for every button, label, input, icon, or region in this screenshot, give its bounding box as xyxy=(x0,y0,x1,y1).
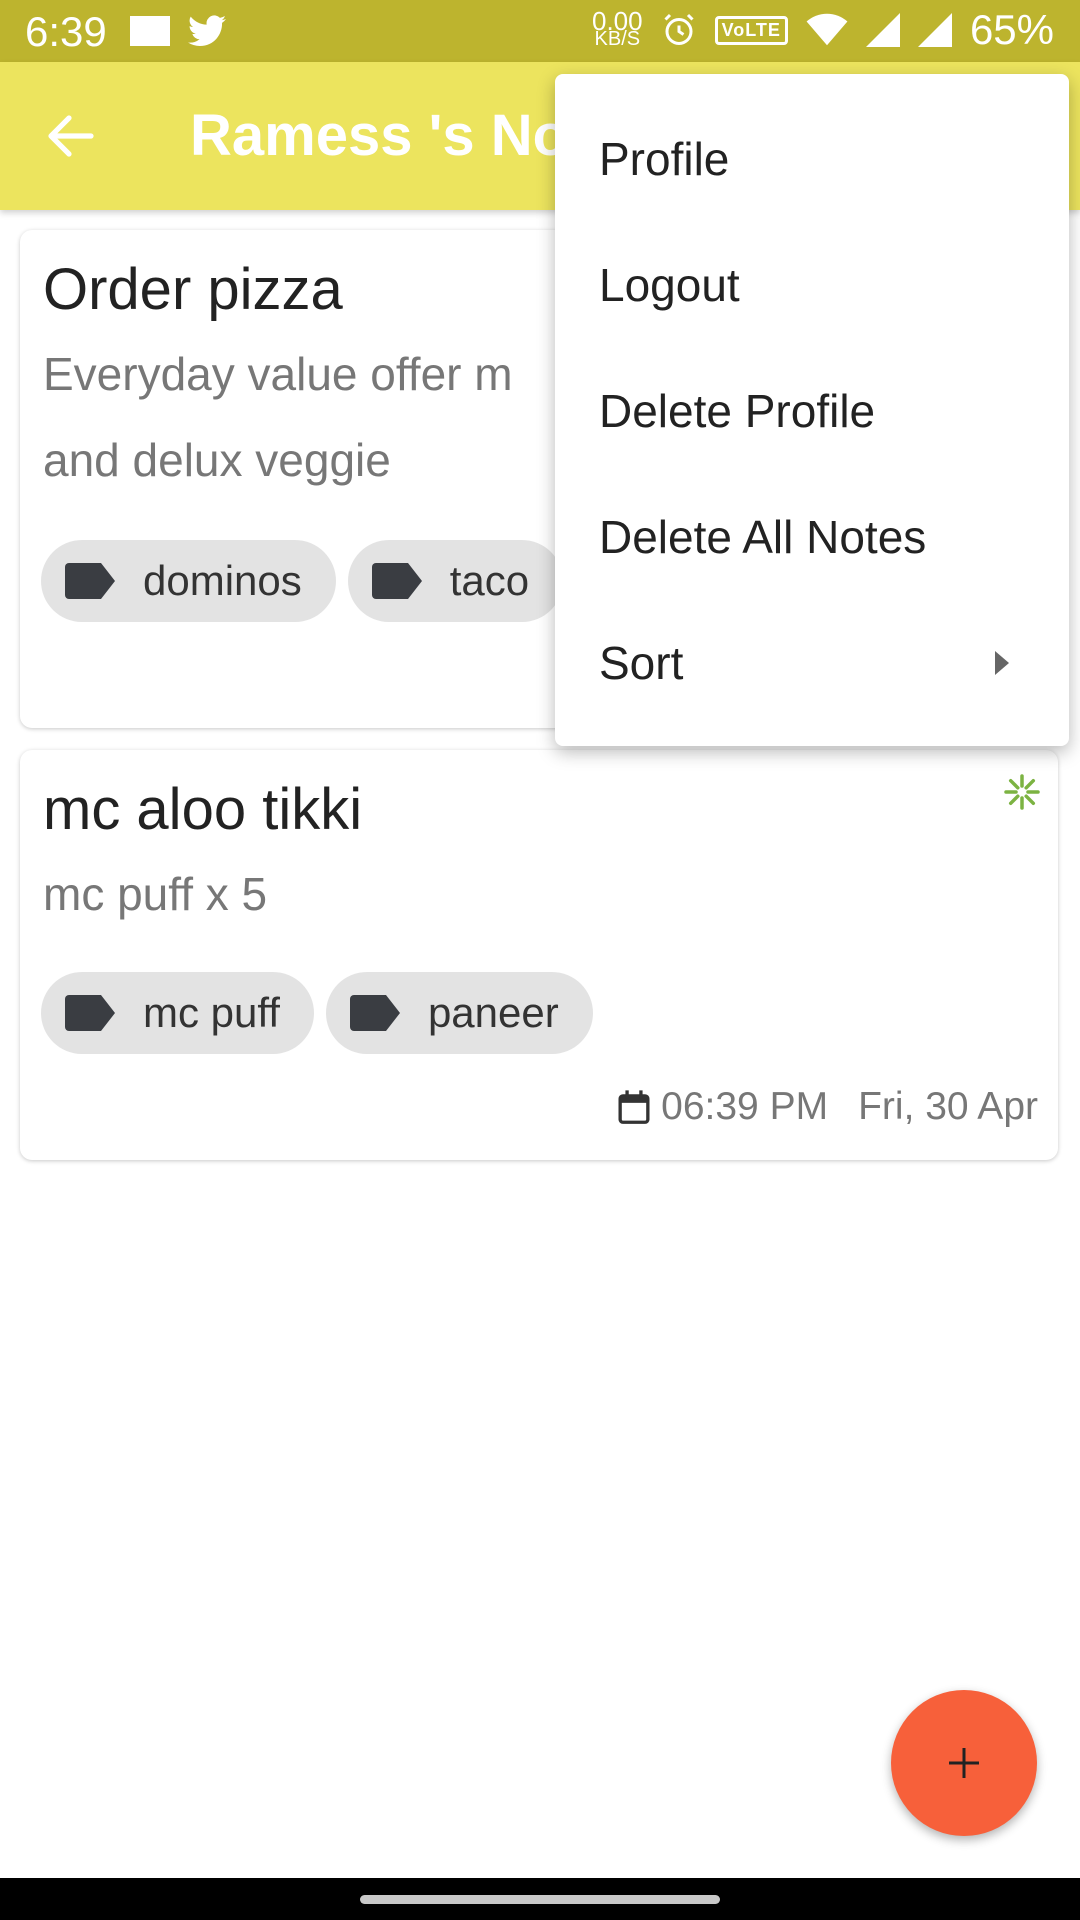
overflow-menu: Profile Logout Delete Profile Delete All… xyxy=(555,74,1069,746)
note-date: Fri, 30 Apr xyxy=(858,1085,1038,1128)
submenu-arrow-icon xyxy=(995,651,1009,675)
volte-badge: VoLTE xyxy=(714,15,788,45)
label-icon xyxy=(65,563,115,599)
plus-icon xyxy=(949,1748,979,1778)
status-time: 6:39 xyxy=(25,8,107,55)
status-bar: 6:39 0.00 KB/S VoLTE 65% xyxy=(0,0,1080,62)
tag-list: dominos taco xyxy=(41,540,564,622)
wifi-icon xyxy=(806,13,848,46)
note-timestamp: 06:39 PM Fri, 30 Apr xyxy=(617,1085,1038,1129)
tag-chip[interactable]: taco xyxy=(347,540,564,622)
menu-item-profile[interactable]: Profile xyxy=(555,96,1069,222)
tag-list: mc puff paneer xyxy=(41,972,593,1054)
note-title: mc aloo tikki xyxy=(43,777,363,842)
label-icon xyxy=(371,563,422,599)
battery-level: 65% xyxy=(969,6,1054,53)
twitter-icon xyxy=(188,15,226,47)
note-card[interactable]: mc aloo tikki mc puff x 5 mc puff paneer… xyxy=(20,750,1058,1160)
note-body: mc puff x 5 xyxy=(43,868,268,920)
tag-chip[interactable]: mc puff xyxy=(41,972,314,1054)
menu-item-delete-all-notes[interactable]: Delete All Notes xyxy=(555,474,1069,600)
image-notification-icon xyxy=(130,16,170,46)
tag-chip[interactable]: dominos xyxy=(41,540,336,622)
signal-icon-2 xyxy=(917,13,952,47)
label-icon xyxy=(349,995,400,1031)
menu-item-delete-profile[interactable]: Delete Profile xyxy=(555,348,1069,474)
menu-item-logout[interactable]: Logout xyxy=(555,222,1069,348)
back-button[interactable] xyxy=(36,106,106,166)
note-title: Order pizza xyxy=(43,257,343,322)
note-time: 06:39 PM xyxy=(661,1085,829,1128)
tag-chip[interactable]: paneer xyxy=(325,972,593,1054)
calendar-icon xyxy=(618,1090,650,1124)
alarm-icon xyxy=(664,13,694,45)
label-icon xyxy=(65,995,115,1031)
system-nav-bar xyxy=(0,1878,1080,1920)
add-note-button[interactable] xyxy=(891,1690,1037,1836)
home-gesture-handle[interactable] xyxy=(360,1895,720,1904)
menu-item-sort[interactable]: Sort xyxy=(555,600,1069,726)
loading-spinner-icon xyxy=(1004,774,1040,810)
signal-icon-1 xyxy=(865,13,900,47)
arrow-back-icon xyxy=(48,115,94,157)
network-speed: 0.00 KB/S xyxy=(592,6,643,50)
